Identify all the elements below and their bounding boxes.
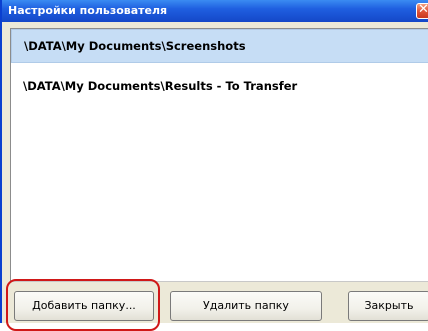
folder-path: \DATA\My Documents\Results - To Transfer bbox=[23, 79, 298, 93]
add-folder-button[interactable]: Добавить папку... bbox=[14, 291, 154, 321]
window-title: Настройки пользователя bbox=[8, 4, 168, 17]
list-item[interactable]: \DATA\My Documents\Screenshots bbox=[11, 29, 428, 63]
folder-path: \DATA\My Documents\Screenshots bbox=[24, 39, 246, 53]
folder-list[interactable]: \DATA\My Documents\Screenshots \DATA\My … bbox=[10, 28, 428, 282]
close-window-button[interactable]: ✕ bbox=[416, 2, 428, 19]
user-settings-window: Настройки пользователя ✕ \DATA\My Docume… bbox=[0, 0, 428, 331]
close-button[interactable]: Закрыть bbox=[348, 291, 428, 321]
remove-folder-button[interactable]: Удалить папку bbox=[170, 291, 322, 321]
list-item[interactable]: \DATA\My Documents\Results - To Transfer bbox=[11, 70, 428, 104]
title-bar[interactable]: Настройки пользователя ✕ bbox=[2, 0, 428, 22]
close-icon: ✕ bbox=[418, 2, 428, 17]
